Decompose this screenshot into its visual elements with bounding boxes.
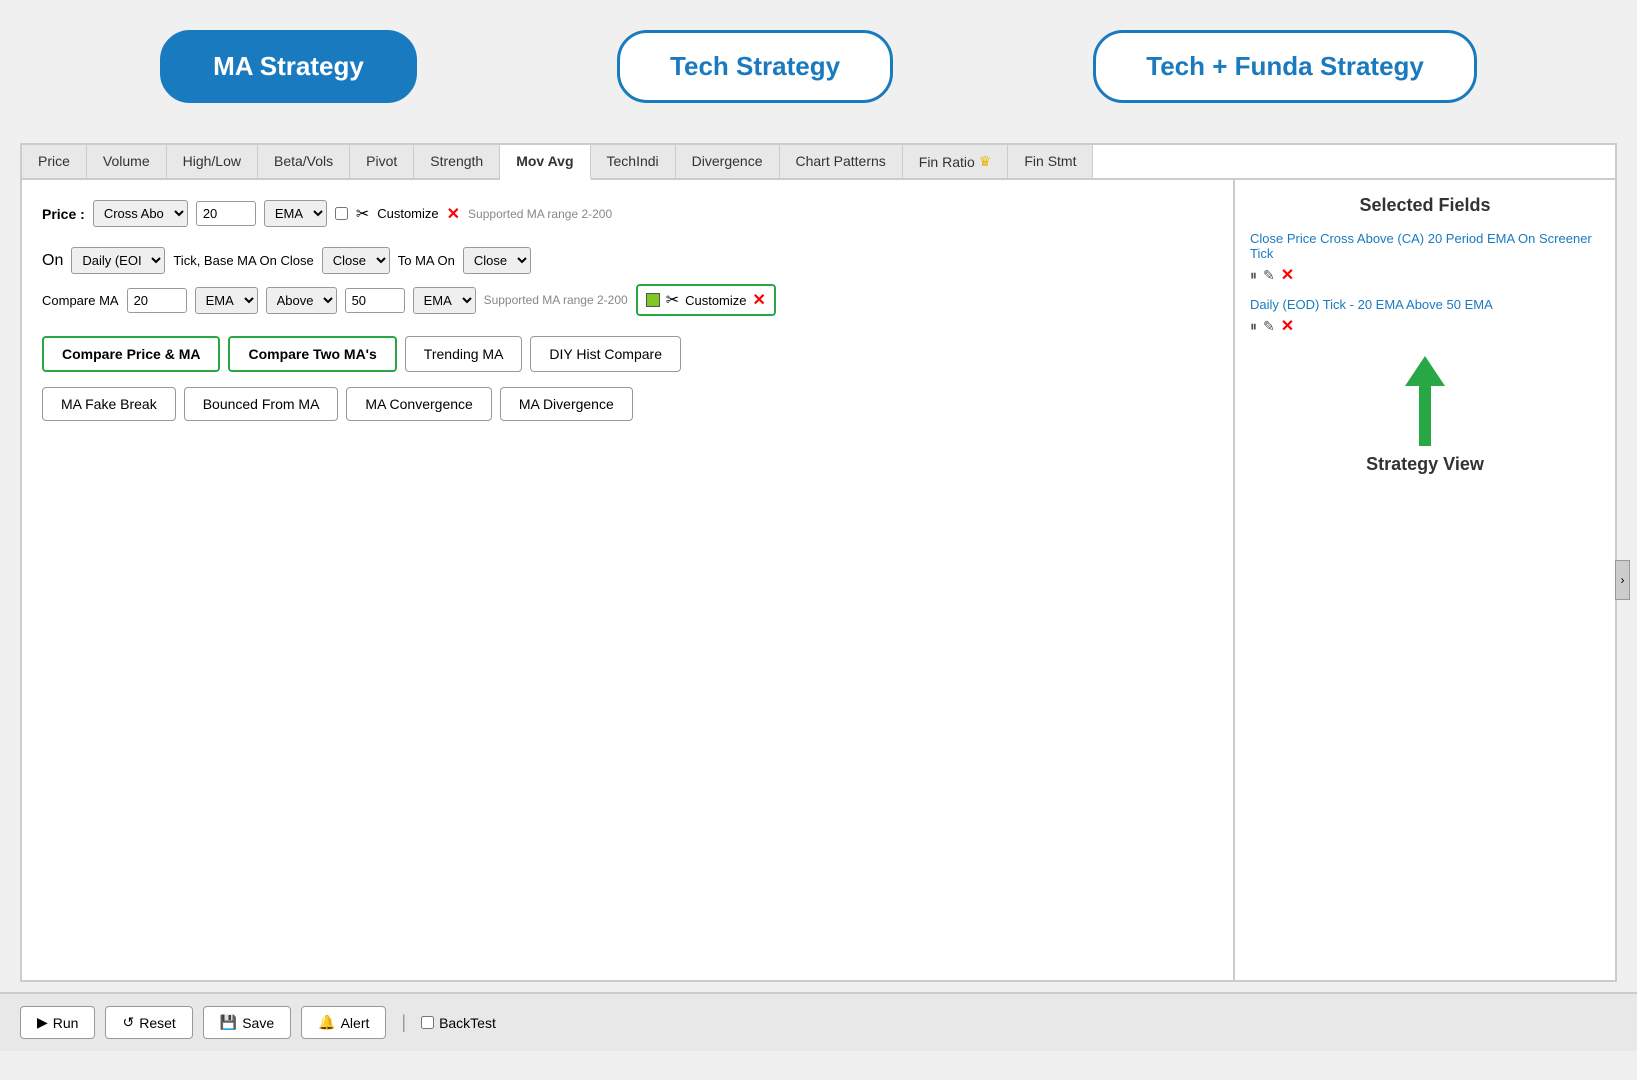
tick-base-label: Tick, Base MA On Close [173, 253, 313, 268]
bounced-from-ma-button[interactable]: Bounced From MA [184, 387, 339, 421]
on-tick-row: On Daily (EOI Tick, Base MA On Close Clo… [42, 247, 1213, 274]
compare-ma-label: Compare MA [42, 293, 119, 308]
compare-ma-supported-text: Supported MA range 2-200 [484, 293, 628, 307]
alert-button[interactable]: 🔔 Alert [301, 1006, 386, 1039]
backtest-checkbox[interactable] [421, 1016, 434, 1029]
alert-icon: 🔔 [318, 1014, 335, 1031]
right-panel: Selected Fields Close Price Cross Above … [1235, 180, 1615, 980]
field1-edit-icon[interactable]: ✎ [1263, 267, 1275, 284]
tab-movavg[interactable]: Mov Avg [500, 145, 590, 180]
selected-fields-title: Selected Fields [1250, 195, 1600, 216]
reset-icon: ↺ [122, 1014, 134, 1031]
compare-ma-row: Compare MA EMA Above EMA Supported MA ra… [42, 284, 1213, 316]
toolbar-separator: | [401, 1012, 406, 1033]
compare-ma-period1-input[interactable] [127, 288, 187, 313]
crown-icon: ♛ [979, 153, 992, 170]
field1-icons: ⏸ ✎ ✕ [1250, 265, 1600, 285]
field1-remove-icon[interactable]: ✕ [1281, 265, 1294, 285]
left-panel: Price : Cross Abo EMA ✂ Customize ✕ Supp… [22, 180, 1235, 980]
selected-field-1: Close Price Cross Above (CA) 20 Period E… [1250, 231, 1600, 285]
to-ma-on-select[interactable]: Close [463, 247, 531, 274]
field1-pause-icon[interactable]: ⏸ [1250, 267, 1257, 284]
tick-type-select[interactable]: Daily (EOI [71, 247, 165, 274]
price-supported-text: Supported MA range 2-200 [468, 207, 612, 221]
field2-icons: ⏸ ✎ ✕ [1250, 316, 1600, 336]
btn-row-2: MA Fake Break Bounced From MA MA Converg… [42, 387, 1213, 421]
run-button[interactable]: ▶ Run [20, 1006, 95, 1039]
price-customize-checkbox[interactable] [335, 207, 348, 220]
tab-volume[interactable]: Volume [87, 145, 167, 178]
field1-text: Close Price Cross Above (CA) 20 Period E… [1250, 231, 1600, 261]
tech-strategy-button[interactable]: Tech Strategy [617, 30, 893, 103]
ma-convergence-button[interactable]: MA Convergence [346, 387, 491, 421]
save-button[interactable]: 💾 Save [203, 1006, 291, 1039]
run-icon: ▶ [37, 1014, 48, 1031]
price-cross-select[interactable]: Cross Abo [93, 200, 188, 227]
arrow-up-icon [1405, 356, 1445, 386]
compare-ma-customize-box: ✂ Customize ✕ [636, 284, 776, 316]
compare-ma-remove-icon[interactable]: ✕ [753, 290, 766, 310]
compare-ma-type2-select[interactable]: EMA [413, 287, 476, 314]
price-label: Price : [42, 206, 85, 222]
field2-pause-icon[interactable]: ⏸ [1250, 318, 1257, 335]
compare-price-ma-button[interactable]: Compare Price & MA [42, 336, 220, 372]
tab-divergence[interactable]: Divergence [676, 145, 780, 178]
selected-field-2: Daily (EOD) Tick - 20 EMA Above 50 EMA ⏸… [1250, 297, 1600, 336]
reset-button[interactable]: ↺ Reset [105, 1006, 192, 1039]
customize-scissors-icon: ✂ [356, 204, 369, 224]
field2-edit-icon[interactable]: ✎ [1263, 318, 1275, 335]
on-label: On [42, 252, 63, 270]
tab-strength[interactable]: Strength [414, 145, 500, 178]
bottom-toolbar: ▶ Run ↺ Reset 💾 Save 🔔 Alert | BackTest [0, 992, 1637, 1051]
ma-fake-break-button[interactable]: MA Fake Break [42, 387, 176, 421]
tab-techindi[interactable]: TechIndi [591, 145, 676, 178]
tech-funda-strategy-button[interactable]: Tech + Funda Strategy [1093, 30, 1477, 103]
tab-price[interactable]: Price [22, 145, 87, 178]
tab-highlow[interactable]: High/Low [167, 145, 258, 178]
strategy-view-arrow: Strategy View [1250, 356, 1600, 475]
price-period-input[interactable] [196, 201, 256, 226]
compare-ma-direction-select[interactable]: Above [266, 287, 337, 314]
base-ma-on-select[interactable]: Close [322, 247, 390, 274]
main-container: Price Volume High/Low Beta/Vols Pivot St… [20, 143, 1617, 982]
tab-betavols[interactable]: Beta/Vols [258, 145, 350, 178]
customize-scissors-icon2: ✂ [666, 290, 679, 310]
green-square-icon [646, 293, 660, 307]
tab-pivot[interactable]: Pivot [350, 145, 414, 178]
tab-finratio[interactable]: Fin Ratio ♛ [903, 145, 1009, 178]
backtest-label[interactable]: BackTest [421, 1015, 496, 1031]
price-remove-icon[interactable]: ✕ [447, 204, 460, 224]
save-icon: 💾 [220, 1014, 237, 1031]
collapse-handle[interactable]: › [1615, 560, 1630, 600]
compare-ma-period2-input[interactable] [345, 288, 405, 313]
content-area: Price : Cross Abo EMA ✂ Customize ✕ Supp… [22, 180, 1615, 980]
compare-customize-label: Customize [685, 293, 746, 308]
compare-ma-type1-select[interactable]: EMA [195, 287, 258, 314]
field2-text: Daily (EOD) Tick - 20 EMA Above 50 EMA [1250, 297, 1600, 312]
trending-ma-button[interactable]: Trending MA [405, 336, 523, 372]
tab-chartpatterns[interactable]: Chart Patterns [780, 145, 903, 178]
ma-strategy-button[interactable]: MA Strategy [160, 30, 417, 103]
tab-finstmt[interactable]: Fin Stmt [1008, 145, 1093, 178]
to-ma-on-label: To MA On [398, 253, 455, 268]
price-ma-type-select[interactable]: EMA [264, 200, 327, 227]
tab-bar: Price Volume High/Low Beta/Vols Pivot St… [22, 145, 1615, 180]
btn-row-1: Compare Price & MA Compare Two MA's Tren… [42, 336, 1213, 372]
diy-hist-compare-button[interactable]: DIY Hist Compare [530, 336, 681, 372]
price-customize-label: Customize [377, 206, 438, 221]
compare-two-mas-button[interactable]: Compare Two MA's [228, 336, 396, 372]
ma-divergence-button[interactable]: MA Divergence [500, 387, 633, 421]
field2-remove-icon[interactable]: ✕ [1281, 316, 1294, 336]
strategy-view-label: Strategy View [1366, 454, 1484, 475]
top-header: MA Strategy Tech Strategy Tech + Funda S… [0, 0, 1637, 133]
price-row: Price : Cross Abo EMA ✂ Customize ✕ Supp… [42, 200, 1213, 227]
arrow-shaft [1419, 386, 1431, 446]
